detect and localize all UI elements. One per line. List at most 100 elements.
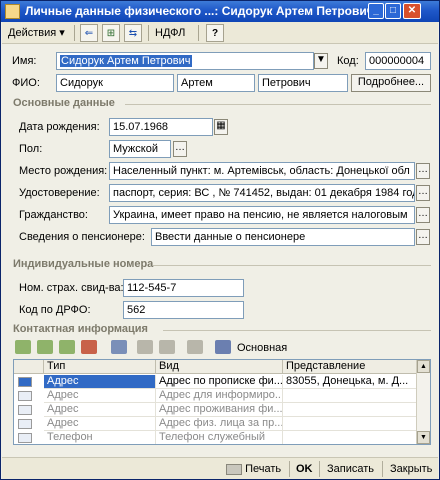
close-icon[interactable]: ✕ [403,3,421,19]
table-cell-type[interactable]: Адрес [44,403,156,417]
address-icon [18,377,32,387]
table-cell-representation[interactable]: 83055, Донецька, м. Д... [283,375,418,389]
toolbar-separator [198,25,199,41]
personal-data-window: Личные данные физического ...: Сидорук А… [0,0,440,480]
pensioner-label: Сведения о пенсионере: [19,231,145,243]
go-to-icon[interactable]: ⇐ [80,24,98,42]
fio-label: ФИО: [12,77,40,89]
copy-row-icon[interactable] [37,340,53,354]
ok-button[interactable]: OK [296,461,313,477]
scroll-down-icon[interactable]: ▼ [417,431,430,444]
minimize-icon[interactable]: _ [368,3,384,19]
section-divider [153,265,431,266]
bottom-separator [382,461,383,477]
table-cell-type[interactable]: Адрес [44,389,156,403]
middle-name-field[interactable]: Петрович [258,74,348,92]
calendar-icon[interactable]: ▦ [214,119,228,135]
print-button[interactable]: Печать [226,461,281,477]
table-cell-representation[interactable] [283,389,418,403]
table-cell-kind[interactable]: Адрес проживания фи... [156,403,283,417]
toolbar-separator [74,25,75,41]
set-main-button[interactable]: Основная [237,342,287,354]
table-cell-type[interactable]: Телефон [44,431,156,444]
birth-place-label: Место рождения: [19,165,108,177]
table-cell-kind[interactable]: Адрес по прописке фи... [156,375,283,389]
drfo-field[interactable]: 562 [123,301,244,319]
id-doc-field[interactable]: паспорт, серия: ВС , № 741452, выдан: 01… [109,184,415,202]
drfo-label: Код по ДРФО: [19,304,91,316]
code-label: Код: [337,55,359,67]
app-icon [5,4,20,19]
ndfl-button[interactable]: НДФЛ [155,24,185,42]
id-doc-select-icon[interactable]: … [416,185,430,201]
actions-label: Действия [8,27,57,39]
birth-place-select-icon[interactable]: … [416,163,430,179]
insurance-label: Ном. страх. свид-ва: [19,282,124,294]
citizenship-select-icon[interactable]: … [416,207,430,223]
table-cell-type[interactable]: Адрес [44,375,156,389]
first-name-field[interactable]: Артем [177,74,255,92]
maximize-icon[interactable]: □ [385,3,401,19]
chevron-down-icon: ▾ [59,27,65,39]
code-field[interactable]: 000000004 [365,52,431,70]
pensioner-field[interactable]: Ввести данные о пенсионере [151,228,415,246]
table-cell-kind[interactable]: Адрес физ. лица за пр... [156,417,283,431]
ids-section-title: Индивидуальные номера [13,258,154,270]
column-header-kind[interactable]: Вид [156,360,283,374]
sort-icon[interactable] [111,340,127,354]
toolbar-separator [148,25,149,41]
address-icon [18,391,32,401]
birth-place-field[interactable]: Населенный пункт: м. Артемівськ, область… [109,162,415,180]
section-divider [125,104,431,105]
printer-icon [226,463,242,475]
phone-icon [18,433,32,443]
insurance-field[interactable]: 112-545-7 [123,279,244,297]
pensioner-select-icon[interactable]: … [416,229,430,245]
last-name-field[interactable]: Сидорук [56,74,174,92]
structure-icon[interactable]: ⊞ [102,24,120,42]
gender-label: Пол: [19,143,43,155]
delete-row-icon[interactable] [81,340,97,354]
address-icon [18,405,32,415]
add-row-icon[interactable] [15,340,31,354]
table-cell-kind[interactable]: Телефон служебный [156,431,283,444]
table-cell-type[interactable]: Адрес [44,417,156,431]
scroll-up-icon[interactable]: ▲ [417,360,430,373]
bottom-separator [319,461,320,477]
save-button[interactable]: Записать [327,461,374,477]
citizenship-field[interactable]: Украина, имеет право на пенсию, не являе… [109,206,415,224]
main-section-title: Основные данные [13,97,115,109]
contacts-table: Тип Вид Представление Адрес Адрес по про… [13,359,431,445]
table-cell-representation[interactable] [283,417,418,431]
help-icon[interactable]: ? [206,24,224,42]
column-header-representation[interactable]: Представление [283,360,418,374]
filter-dropdown-icon[interactable] [159,340,175,354]
details-button[interactable]: Подробнее... [351,74,431,92]
citizenship-label: Гражданство: [19,209,88,221]
birth-date-field[interactable]: 15.07.1968 [109,118,213,136]
gender-select-icon[interactable]: … [173,141,187,157]
print-label: Печать [245,463,282,475]
refresh-icon[interactable]: ⇆ [124,24,142,42]
set-main-icon[interactable] [215,340,231,354]
name-dropdown-icon[interactable]: ▼ [314,53,328,69]
title-bar: Личные данные физического ...: Сидорук А… [1,1,439,22]
edit-row-icon[interactable] [59,340,75,354]
close-button[interactable]: Закрыть [390,461,432,477]
column-header-type[interactable]: Тип [44,360,156,374]
table-scrollbar[interactable]: ▲ ▼ [416,360,430,444]
filter-icon[interactable] [137,340,153,354]
table-cell-kind[interactable]: Адрес для информиро... [156,389,283,403]
gender-field[interactable]: Мужской [109,140,171,158]
bottom-separator [289,461,290,477]
name-label: Имя: [12,55,37,67]
address-icon [18,419,32,429]
clear-filter-icon[interactable] [187,340,203,354]
table-cell-representation[interactable] [283,403,418,417]
name-field[interactable]: Сидорук Артем Петрович [56,52,314,70]
table-corner [14,360,44,374]
window-title: Личные данные физического ...: Сидорук А… [25,4,374,18]
actions-menu-button[interactable]: Действия ▾ [8,24,65,42]
table-cell-representation[interactable] [283,431,418,444]
name-value: Сидорук Артем Петрович [60,55,192,67]
